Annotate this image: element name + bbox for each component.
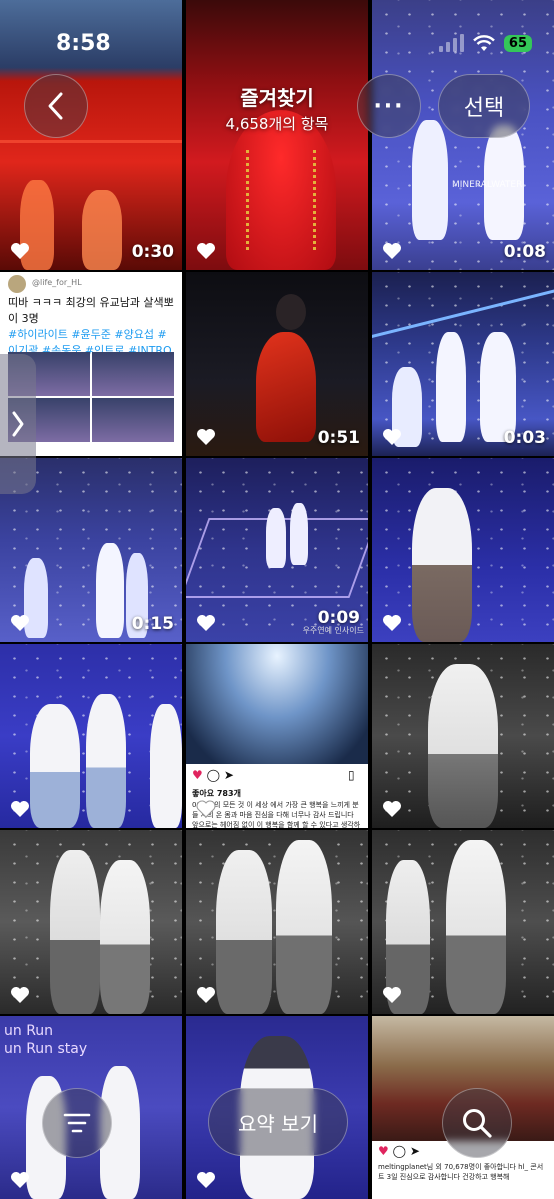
album-header: 즐겨찾기 4,658개의 항목: [200, 82, 354, 134]
grid-item[interactable]: [372, 458, 554, 642]
grid-item[interactable]: [372, 644, 554, 828]
instagram-actions: ♥ ◯ ➤: [378, 1144, 420, 1158]
heart-icon[interactable]: [196, 614, 216, 632]
grid-item-instagram[interactable]: ♥ ◯ ➤ ▯ 좋아요 783개 000 나의 모든 것 이 세상 에서 가장 …: [186, 644, 368, 828]
heart-icon[interactable]: [196, 428, 216, 446]
status-icons: 65: [438, 34, 532, 52]
video-duration: 0:09: [317, 608, 360, 628]
search-icon: [463, 1109, 492, 1138]
chevron-right-icon: [12, 411, 24, 437]
video-duration: 0:51: [317, 428, 360, 448]
watermark: MINERALWATER: [452, 180, 523, 190]
heart-icon[interactable]: [382, 800, 402, 818]
tweet-handle: @life_for_HL: [8, 275, 174, 293]
heart-icon[interactable]: [10, 986, 30, 1004]
item-count: 4,658개의 항목: [225, 115, 329, 133]
search-button[interactable]: [442, 1088, 512, 1158]
heart-icon[interactable]: [10, 242, 30, 260]
signal-icon: [438, 34, 464, 52]
grid-item[interactable]: [0, 830, 182, 1014]
heart-icon[interactable]: [10, 614, 30, 632]
heart-icon[interactable]: [382, 428, 402, 446]
banner-text: un Run stay: [4, 1041, 88, 1057]
video-duration: 0:03: [503, 428, 546, 448]
sidebar-toggle[interactable]: [0, 354, 36, 494]
heart-icon[interactable]: [382, 242, 402, 260]
instagram-actions: ♥ ◯ ➤ ▯: [192, 768, 355, 782]
chevron-left-icon: [48, 92, 63, 120]
heart-icon[interactable]: [196, 986, 216, 1004]
instagram-caption: meltingplanet님 외 70,678명이 좋아합니다 hl_ 콘서트 …: [378, 1163, 544, 1181]
heart-icon[interactable]: [10, 1171, 30, 1189]
grid-item[interactable]: 우주연예 인사이드 0:09: [186, 458, 368, 642]
heart-icon[interactable]: [196, 800, 216, 818]
video-duration: 0:08: [503, 242, 546, 262]
heart-icon[interactable]: [10, 800, 30, 818]
battery-icon: 65: [503, 34, 532, 52]
wifi-icon: [473, 35, 495, 51]
heart-icon[interactable]: [196, 1171, 216, 1189]
instagram-caption: 000 나의 모든 것 이 세상 에서 가장 큰 행복을 느끼게 분들 저의 온…: [192, 801, 361, 828]
grid-item[interactable]: [372, 830, 554, 1014]
ellipsis-icon: ···: [373, 93, 405, 119]
heart-icon[interactable]: [382, 986, 402, 1004]
grid-item[interactable]: 0:03: [372, 272, 554, 456]
filter-button[interactable]: [42, 1088, 112, 1158]
filter-icon: [63, 1113, 91, 1133]
more-button[interactable]: ···: [357, 74, 421, 138]
status-time: 8:58: [56, 31, 111, 56]
grid-item[interactable]: [186, 830, 368, 1014]
heart-icon[interactable]: [382, 614, 402, 632]
select-button[interactable]: 선택: [438, 74, 530, 138]
summary-view-button[interactable]: 요약 보기: [208, 1088, 348, 1156]
tweet-text: 띠바 ㅋㅋㅋ 최강의 유교남과 살색뽀이 3명: [8, 296, 174, 325]
back-button[interactable]: [24, 74, 88, 138]
grid-item[interactable]: [0, 644, 182, 828]
grid-item[interactable]: [186, 0, 368, 270]
instagram-likes: 좋아요 783개: [192, 789, 241, 798]
grid-item[interactable]: 0:51: [186, 272, 368, 456]
banner-text: un Run: [4, 1023, 54, 1039]
video-duration: 0:15: [131, 614, 174, 634]
photo-grid: 0:30 MINERALWATER 0:08 @life_for_HL 띠바 ㅋ…: [0, 0, 554, 1199]
heart-icon[interactable]: [196, 242, 216, 260]
video-duration: 0:30: [131, 242, 174, 262]
album-title: 즐겨찾기: [240, 86, 314, 110]
